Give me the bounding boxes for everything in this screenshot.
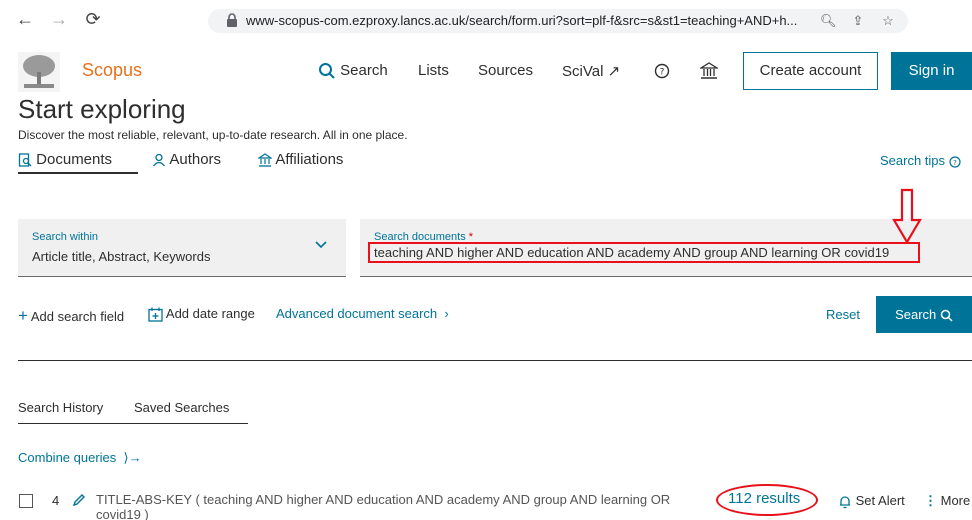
history-row-query: TITLE-ABS-KEY ( teaching AND higher AND … [96, 492, 671, 520]
nav-scival[interactable]: SciVal ↗ [562, 62, 620, 80]
search-button[interactable]: Search [876, 296, 972, 333]
create-account-button[interactable]: Create account [743, 52, 878, 90]
lock-icon [227, 13, 237, 27]
browser-toolbar: ← → ⟳ www-scopus-com.ezproxy.lancs.ac.uk… [0, 0, 972, 40]
help-icon[interactable]: ? [654, 63, 670, 79]
combine-queries-link[interactable]: Combine queries ⟩→ [18, 450, 142, 466]
query-highlight-box: teaching AND higher AND education AND ac… [368, 242, 920, 263]
tab-search-history[interactable]: Search History [18, 400, 103, 415]
institution-icon[interactable] [700, 62, 718, 80]
address-bar[interactable]: www-scopus-com.ezproxy.lancs.ac.uk/searc… [208, 9, 908, 33]
page-subtitle: Discover the most reliable, relevant, up… [18, 128, 408, 142]
chevron-right-icon: › [440, 306, 449, 321]
nav-lists[interactable]: Lists [418, 62, 449, 79]
svg-text:?: ? [660, 68, 665, 78]
document-search-icon [18, 153, 32, 167]
results-count-link[interactable]: 112 results [728, 490, 800, 507]
search-within-select[interactable]: Search within Article title, Abstract, K… [18, 219, 346, 277]
svg-text:?: ? [953, 159, 957, 167]
scopus-brand[interactable]: Scopus [82, 60, 142, 81]
sign-in-button[interactable]: Sign in [891, 52, 972, 90]
search-tips-link[interactable]: Search tips ? [880, 153, 961, 168]
search-icon [319, 63, 335, 79]
page-title: Start exploring [18, 94, 186, 124]
more-vertical-icon: ⋮ [924, 493, 937, 508]
forward-icon[interactable]: → [48, 8, 70, 30]
help-icon: ? [949, 155, 961, 168]
elsevier-tree-logo-icon[interactable] [18, 52, 60, 92]
tab-documents[interactable]: Documents [18, 151, 112, 168]
history-row-checkbox[interactable] [19, 494, 33, 508]
pencil-icon[interactable] [72, 493, 86, 507]
add-search-field-button[interactable]: + Add search field [18, 306, 124, 326]
combine-arrow-icon: ⟩→ [119, 450, 142, 465]
set-alert-button[interactable]: Set Alert [838, 493, 905, 509]
reload-icon[interactable]: ⟳ [82, 8, 104, 30]
calendar-plus-icon [148, 307, 163, 322]
add-date-range-button[interactable]: Add date range [148, 306, 255, 322]
history-row-number: 4 [52, 493, 60, 508]
tab-authors[interactable]: Authors [152, 151, 221, 168]
reset-button[interactable]: Reset [826, 307, 860, 322]
advanced-document-search-link[interactable]: Advanced document search › [276, 306, 449, 321]
section-divider [18, 360, 972, 361]
active-tab-indicator [18, 172, 138, 174]
chevron-down-icon [315, 241, 327, 249]
share-icon[interactable]: ⇪ [850, 13, 866, 29]
tab-affiliations[interactable]: Affiliations [258, 151, 343, 168]
tab-saved-searches[interactable]: Saved Searches [134, 400, 229, 415]
bookmark-star-icon[interactable]: ☆ [880, 13, 896, 29]
plus-icon: + [18, 306, 28, 325]
search-icon [940, 309, 953, 322]
url-text: www-scopus-com.ezproxy.lancs.ac.uk/searc… [246, 13, 798, 28]
nav-search[interactable]: Search [318, 62, 388, 80]
institution-icon [258, 153, 272, 167]
history-tabs-underline [18, 423, 248, 424]
back-icon[interactable]: ← [14, 8, 36, 30]
search-within-value: Article title, Abstract, Keywords [32, 249, 211, 264]
bell-icon [840, 495, 850, 508]
nav-sources[interactable]: Sources [478, 62, 533, 79]
annotation-down-arrow-icon [892, 188, 922, 244]
more-button[interactable]: ⋮ More [924, 493, 970, 509]
search-query-input[interactable]: teaching AND higher AND education AND ac… [374, 245, 889, 260]
search-within-label: Search within [32, 231, 99, 243]
zoom-icon[interactable]: 🔍︎ [820, 13, 837, 29]
person-icon [152, 153, 166, 167]
